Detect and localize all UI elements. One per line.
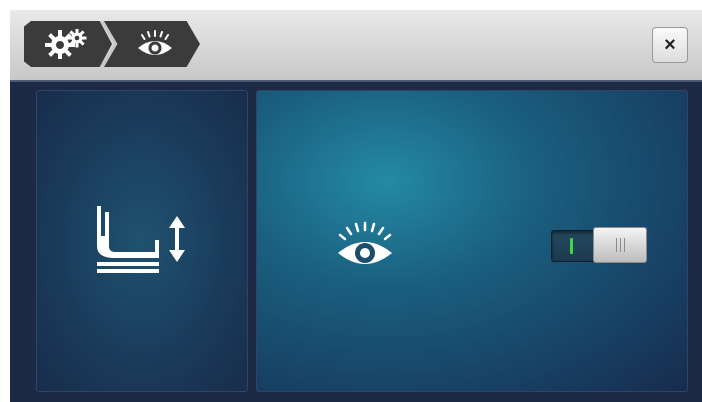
toggle-on-indicator <box>551 230 597 262</box>
breadcrumb-view[interactable] <box>104 21 200 67</box>
gears-icon <box>45 29 87 59</box>
toggle-grip-icon <box>616 238 626 252</box>
presser-foot-height-icon <box>97 206 185 273</box>
breadcrumb-settings[interactable] <box>24 21 112 67</box>
eye-icon <box>138 30 172 55</box>
close-button[interactable]: × <box>652 27 688 63</box>
close-icon: × <box>664 33 676 56</box>
content-area <box>10 82 702 402</box>
eye-icon <box>338 221 392 264</box>
toggle-knob[interactable] <box>593 227 647 263</box>
presser-foot-panel[interactable] <box>36 90 248 392</box>
title-bar: × <box>10 10 702 82</box>
toggle-on-bar <box>570 238 573 254</box>
view-panel <box>256 90 688 392</box>
settings-screen: × <box>10 10 702 402</box>
view-toggle-switch[interactable] <box>551 227 647 263</box>
